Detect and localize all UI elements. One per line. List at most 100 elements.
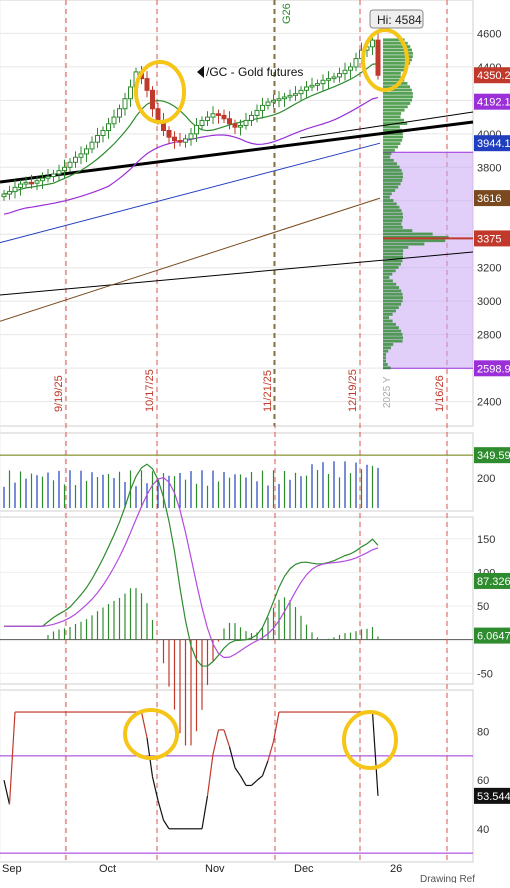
candle-body — [166, 129, 172, 138]
profile-bar — [383, 105, 408, 109]
candle-body — [199, 119, 205, 126]
profile-bar — [383, 276, 390, 279]
price-tick-label: 2400 — [477, 397, 501, 409]
rsi-tick-label: 80 — [477, 726, 489, 738]
profile-bar — [383, 162, 397, 166]
profile-bar — [383, 152, 392, 156]
profile-bar — [383, 336, 403, 340]
year-label: 2025 Y — [382, 376, 393, 408]
profile-bar — [383, 165, 400, 169]
candle-body — [117, 108, 122, 118]
profile-bar — [383, 142, 401, 146]
volume-badge-label: 349.59 — [477, 450, 510, 462]
profile-bar — [383, 309, 396, 313]
profile-bar — [383, 229, 413, 233]
profile-bar — [383, 172, 403, 176]
profile-bar — [383, 363, 388, 366]
candle-body — [370, 39, 375, 48]
profile-bar — [383, 219, 403, 223]
date-marker-label: 12/19/25 — [347, 369, 359, 412]
candle-body — [293, 93, 298, 96]
profile-bar — [383, 329, 402, 333]
candle-body — [150, 89, 155, 110]
candle-body — [188, 133, 194, 140]
profile-bar — [383, 92, 413, 95]
profile-bar — [383, 199, 394, 202]
profile-bar — [383, 189, 396, 192]
profile-bar — [383, 312, 393, 316]
candle-body — [34, 180, 40, 184]
volume-panel — [0, 432, 474, 512]
price-badge-label: 2598.9 — [477, 363, 510, 375]
month-label: Nov — [205, 863, 225, 875]
profile-bar — [383, 125, 400, 129]
date-marker-label: 10/17/25 — [144, 369, 156, 412]
profile-bar — [383, 202, 397, 206]
profile-bar — [383, 222, 402, 226]
candle-body — [276, 98, 282, 101]
price-badge-label: 3375 — [477, 233, 501, 245]
candle-body — [100, 129, 106, 137]
profile-bar — [383, 353, 386, 356]
candle-body — [221, 114, 227, 120]
candle-body — [337, 73, 342, 78]
profile-bar — [383, 232, 433, 236]
candle-body — [1, 193, 7, 198]
candle-body — [12, 186, 18, 193]
macd-badge-label: 6.0647 — [477, 631, 510, 643]
price-tick-label: 4600 — [477, 28, 501, 40]
month-label: Dec — [294, 863, 314, 875]
candle-body — [84, 148, 89, 155]
profile-bar — [383, 346, 392, 350]
candle-body — [249, 114, 254, 121]
month-label: Oct — [99, 863, 116, 875]
profile-bar — [383, 145, 398, 149]
candle-body — [320, 79, 326, 85]
price-tick-label: 3800 — [477, 162, 501, 174]
candle-body — [210, 113, 216, 118]
macd-tick-label: 150 — [477, 534, 495, 546]
profile-bar — [383, 192, 392, 196]
rsi-tick-label: 40 — [477, 824, 489, 836]
profile-bar — [383, 239, 446, 243]
candle-body — [216, 113, 221, 116]
candle-body — [128, 86, 133, 100]
profile-bar — [383, 319, 393, 323]
candle-body — [309, 84, 315, 88]
candle-body — [111, 116, 117, 125]
candle-body — [62, 166, 67, 172]
candle-body — [238, 124, 243, 128]
profile-bar — [383, 343, 394, 346]
candle-body — [298, 89, 304, 95]
month-label: 26 — [390, 863, 402, 875]
profile-bar — [383, 279, 393, 283]
rsi-panel — [0, 689, 474, 863]
candle-body — [326, 78, 331, 81]
candle-body — [254, 109, 260, 116]
chart-title: /GC - Gold futures — [206, 65, 303, 79]
high-badge-label: Hi: 4584 — [377, 13, 422, 27]
candle-body — [144, 78, 150, 91]
price-badge-label: 4350.2 — [477, 70, 510, 82]
date-marker-label: 9/19/25 — [53, 375, 65, 412]
candle-body — [243, 119, 249, 126]
profile-bar — [383, 286, 400, 289]
profile-bar — [383, 175, 403, 179]
macd-tick-label: -50 — [477, 668, 493, 680]
rsi-tick-label: 60 — [477, 775, 489, 787]
profile-bar — [383, 296, 403, 300]
price-badge-label: 3616 — [477, 193, 501, 205]
price-badge-label: 4192.1 — [477, 97, 510, 109]
profile-bar — [383, 95, 413, 99]
profile-bar — [383, 148, 395, 152]
profile-bar — [383, 339, 403, 343]
price-tick-label: 3200 — [477, 263, 501, 275]
date-marker-label: 11/21/25 — [262, 370, 274, 412]
profile-bar — [383, 102, 411, 105]
profile-bar — [383, 356, 386, 360]
candle-body — [172, 136, 177, 142]
candle-body — [89, 141, 95, 150]
gold-futures-chart: 9/19/25 10/17/25 11/21/25 12/19/25 1/16/26 2… — [0, 0, 510, 885]
profile-bar — [383, 112, 402, 115]
profile-bar — [383, 215, 403, 219]
